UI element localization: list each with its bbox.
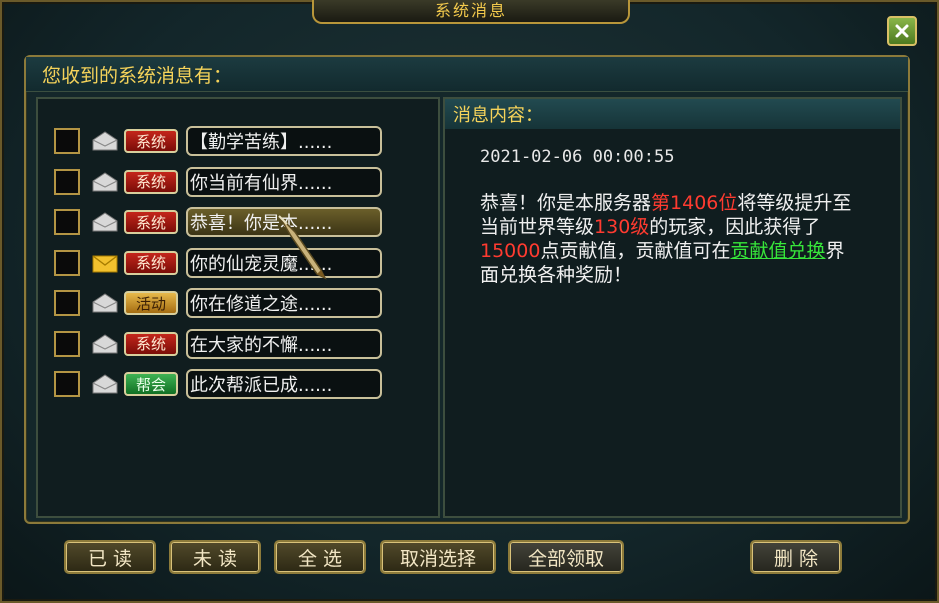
message-title[interactable]: 【勤学苦练】...... xyxy=(186,126,382,156)
message-row[interactable]: 系统 你的仙宠灵魔...... xyxy=(54,247,382,279)
contribution-exchange-link[interactable]: 贡献值兑换 xyxy=(730,240,825,262)
message-type-badge: 系统 xyxy=(124,129,178,153)
window-title-tab: 系统消息 xyxy=(312,0,630,24)
closed-envelope-icon xyxy=(92,254,118,272)
message-row[interactable]: 系统 在大家的不懈...... xyxy=(54,328,382,360)
message-checkbox[interactable] xyxy=(54,371,80,397)
message-checkbox[interactable] xyxy=(54,290,80,316)
message-title[interactable]: 恭喜！你是本...... xyxy=(186,207,382,237)
message-checkbox[interactable] xyxy=(54,330,80,357)
open-envelope-icon xyxy=(92,212,118,232)
message-title[interactable]: 在大家的不懈...... xyxy=(186,328,382,359)
message-list[interactable]: 系统 【勤学苦练】...... 系统 你当前有仙界...... 系统 恭喜！你是本....… xyxy=(36,97,440,518)
contribution-points: 15000 xyxy=(480,240,541,262)
open-envelope-icon xyxy=(92,293,118,313)
panel-header: 您收到的系统消息有： xyxy=(26,57,908,92)
message-type-badge: 系统 xyxy=(124,210,178,234)
message-title[interactable]: 你在修道之途...... xyxy=(186,288,382,318)
message-type-badge: 系统 xyxy=(124,250,178,275)
message-row[interactable]: 系统 恭喜！你是本...... xyxy=(54,206,382,238)
message-checkbox[interactable] xyxy=(54,168,80,195)
mark-unread-button[interactable]: 未 读 xyxy=(169,540,261,574)
message-title[interactable]: 此次帮派已成...... xyxy=(186,369,382,399)
open-envelope-icon xyxy=(92,374,118,394)
message-type-badge: 系统 xyxy=(124,331,178,356)
mark-read-button[interactable]: 已 读 xyxy=(64,540,156,574)
message-content-pane: 消息内容： 2021-02-06 00:00:55 恭喜！你是本服务器第1406… xyxy=(443,97,902,518)
window-title: 系统消息 xyxy=(434,1,507,20)
message-checkbox[interactable] xyxy=(54,209,80,235)
close-button[interactable] xyxy=(887,16,917,46)
cancel-selection-button[interactable]: 取消选择 xyxy=(380,540,496,574)
message-row[interactable]: 活动 你在修道之途...... xyxy=(54,287,382,319)
message-row[interactable]: 帮会 此次帮派已成...... xyxy=(54,368,382,400)
message-type-badge: 系统 xyxy=(124,169,178,194)
content-header: 消息内容： xyxy=(445,99,900,129)
system-message-window: 系统消息 您收到的系统消息有： 系统 【勤学苦练】...... 系统 你当前有仙界..… xyxy=(0,0,939,603)
delete-button[interactable]: 删 除 xyxy=(750,540,842,574)
message-checkbox[interactable] xyxy=(54,128,80,154)
message-type-badge: 帮会 xyxy=(124,372,178,396)
message-timestamp: 2021-02-06 00:00:55 xyxy=(480,147,675,167)
world-level: 130级 xyxy=(594,216,650,238)
message-text-3: 的玩家，因此获得了 xyxy=(649,216,821,238)
message-checkbox[interactable] xyxy=(54,249,80,276)
open-envelope-icon xyxy=(92,131,118,151)
select-all-button[interactable]: 全 选 xyxy=(274,540,366,574)
content-header-label: 消息内容： xyxy=(453,105,543,126)
message-text-4: 点贡献值，贡献值可在 xyxy=(540,240,731,262)
close-x-icon xyxy=(895,24,909,38)
open-envelope-icon xyxy=(92,171,118,191)
message-type-badge: 活动 xyxy=(124,291,178,315)
server-rank: 第1406位 xyxy=(651,192,738,214)
message-panel: 您收到的系统消息有： 系统 【勤学苦练】...... 系统 你当前有仙界...... 系… xyxy=(24,55,910,524)
message-title[interactable]: 你的仙宠灵魔...... xyxy=(186,247,382,278)
message-text-1: 恭喜！你是本服务器 xyxy=(480,192,652,214)
message-title[interactable]: 你当前有仙界...... xyxy=(186,166,382,197)
open-envelope-icon xyxy=(92,333,118,353)
panel-header-label: 您收到的系统消息有： xyxy=(42,64,233,87)
message-row[interactable]: 系统 【勤学苦练】...... xyxy=(54,125,382,157)
message-row[interactable]: 系统 你当前有仙界...... xyxy=(54,166,382,198)
message-body: 恭喜！你是本服务器第1406位将等级提升至当前世界等级130级的玩家，因此获得了… xyxy=(480,191,858,287)
claim-all-button[interactable]: 全部领取 xyxy=(508,540,624,574)
